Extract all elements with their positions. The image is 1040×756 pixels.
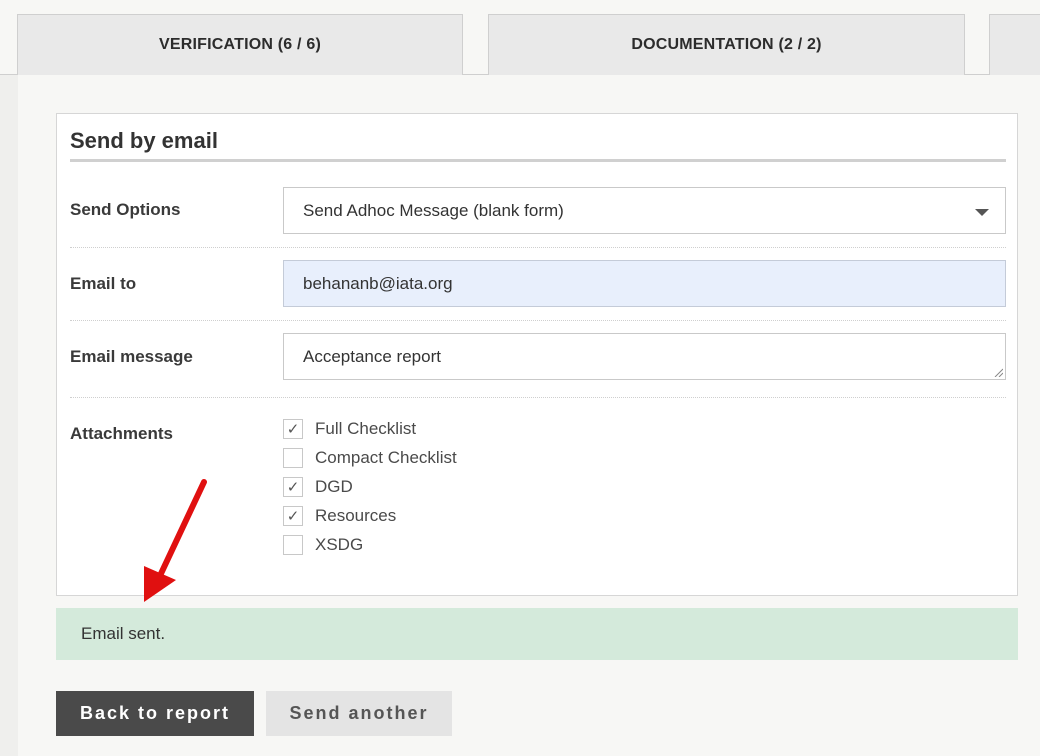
- row-divider: [70, 320, 1006, 321]
- tab-strip: VERIFICATION (6 / 6) DOCUMENTATION (2 / …: [0, 0, 1040, 75]
- checkbox-checked[interactable]: ✓: [283, 419, 303, 439]
- back-to-report-button[interactable]: Back to report: [56, 691, 254, 736]
- email-to-label: Email to: [70, 274, 137, 293]
- chevron-down-icon: [975, 209, 989, 216]
- attachment-label: Compact Checklist: [315, 448, 457, 467]
- attachment-label: XSDG: [315, 535, 364, 554]
- checkbox-checked[interactable]: ✓: [283, 477, 303, 497]
- attachment-full-checklist[interactable]: ✓ Full Checklist: [283, 418, 416, 440]
- send-options-select[interactable]: Send Adhoc Message (blank form): [283, 187, 1006, 234]
- email-message-label: Email message: [70, 347, 193, 366]
- tab-next[interactable]: [989, 14, 1040, 75]
- status-message: Email sent.: [81, 624, 166, 643]
- attachment-xsdg[interactable]: XSDG: [283, 534, 363, 556]
- panel-title: Send by email: [70, 128, 218, 153]
- attachments-label: Attachments: [70, 424, 173, 443]
- email-message-textarea[interactable]: Acceptance report: [283, 333, 1006, 380]
- tab-verification[interactable]: VERIFICATION (6 / 6): [17, 14, 463, 75]
- resize-handle-icon[interactable]: [993, 367, 1003, 377]
- email-message-value: Acceptance report: [303, 346, 441, 366]
- row-divider: [70, 397, 1006, 398]
- attachment-dgd[interactable]: ✓ DGD: [283, 476, 353, 498]
- checkbox-unchecked[interactable]: [283, 448, 303, 468]
- email-to-field[interactable]: behananb@iata.org: [283, 260, 1006, 307]
- red-arrow-icon: [144, 479, 207, 602]
- attachment-label: Resources: [315, 506, 397, 525]
- attachment-label: DGD: [315, 477, 353, 496]
- left-margin: [0, 75, 18, 756]
- checkbox-checked[interactable]: ✓: [283, 506, 303, 526]
- attachment-resources[interactable]: ✓ Resources: [283, 505, 396, 527]
- tab-documentation[interactable]: DOCUMENTATION (2 / 2): [488, 14, 965, 75]
- attachment-compact-checklist[interactable]: Compact Checklist: [283, 447, 457, 469]
- send-options-value: Send Adhoc Message (blank form): [303, 200, 564, 220]
- send-options-label: Send Options: [70, 200, 181, 219]
- send-another-button[interactable]: Send another: [266, 691, 452, 736]
- status-banner: Email sent.: [56, 608, 1018, 660]
- row-divider: [70, 247, 1006, 248]
- attachment-label: Full Checklist: [315, 419, 417, 438]
- title-divider: [70, 159, 1006, 162]
- checkbox-unchecked[interactable]: [283, 535, 303, 555]
- email-to-value: behananb@iata.org: [303, 273, 453, 293]
